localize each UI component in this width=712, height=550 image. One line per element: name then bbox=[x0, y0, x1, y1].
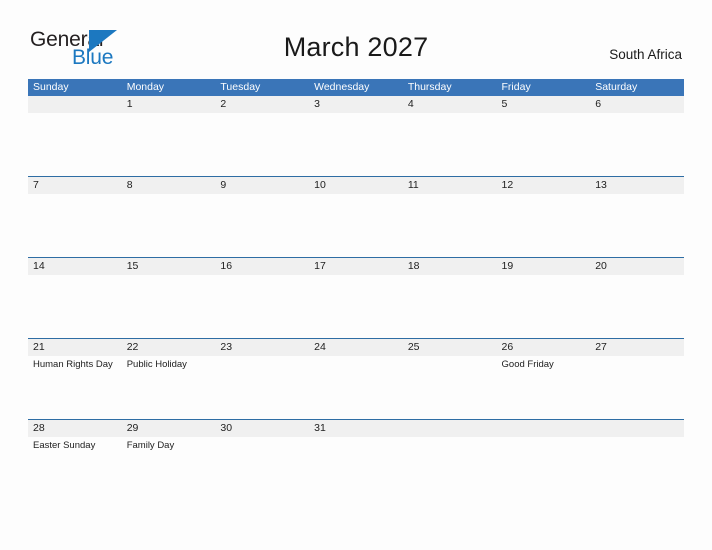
day-event: Family Day bbox=[126, 440, 175, 451]
day-event bbox=[122, 194, 216, 257]
day-number[interactable]: 27 bbox=[590, 339, 684, 356]
day-number[interactable]: 22 bbox=[122, 339, 216, 356]
day-event bbox=[215, 275, 309, 338]
day-event bbox=[28, 194, 122, 257]
day-number[interactable]: 26 bbox=[497, 339, 591, 356]
day-event bbox=[590, 275, 684, 338]
day-event bbox=[309, 275, 403, 338]
calendar-week-row: 14 15 16 17 18 19 20 bbox=[28, 257, 684, 338]
day-number[interactable]: 19 bbox=[497, 258, 591, 275]
calendar-table: Sunday Monday Tuesday Wednesday Thursday… bbox=[28, 79, 684, 500]
day-number[interactable] bbox=[497, 420, 591, 437]
day-event bbox=[497, 113, 591, 176]
day-number[interactable]: 21 bbox=[28, 339, 122, 356]
calendar-week-row: 28 29 30 31 Easter Sunday Family Day bbox=[28, 419, 684, 500]
day-number[interactable]: 25 bbox=[403, 339, 497, 356]
day-event bbox=[590, 437, 684, 500]
weekday-header-sunday: Sunday bbox=[33, 81, 69, 93]
day-event bbox=[122, 113, 216, 176]
weekday-header-friday: Friday bbox=[501, 81, 531, 93]
day-number[interactable] bbox=[590, 420, 684, 437]
day-number[interactable]: 29 bbox=[122, 420, 216, 437]
day-event bbox=[497, 194, 591, 257]
day-event bbox=[215, 194, 309, 257]
day-event bbox=[403, 437, 497, 500]
day-number[interactable]: 24 bbox=[309, 339, 403, 356]
week-date-strip: 7 8 9 10 11 12 13 bbox=[28, 177, 684, 194]
day-event: Public Holiday bbox=[126, 359, 187, 370]
day-number[interactable]: 2 bbox=[215, 96, 309, 113]
day-number[interactable]: 11 bbox=[403, 177, 497, 194]
day-event: Human Rights Day bbox=[33, 359, 113, 370]
day-number[interactable]: 16 bbox=[215, 258, 309, 275]
calendar-week-row: 7 8 9 10 11 12 13 bbox=[28, 176, 684, 257]
week-event-strip: Easter Sunday Family Day bbox=[28, 437, 684, 500]
week-event-strip bbox=[28, 194, 684, 257]
week-event-strip: Human Rights Day Public Holiday Good Fri… bbox=[28, 356, 684, 419]
day-number[interactable]: 8 bbox=[122, 177, 216, 194]
day-number[interactable]: 3 bbox=[309, 96, 403, 113]
weekday-header-row: Sunday Monday Tuesday Wednesday Thursday… bbox=[28, 79, 684, 96]
day-number[interactable] bbox=[28, 96, 122, 113]
week-date-strip: 14 15 16 17 18 19 20 bbox=[28, 258, 684, 275]
day-event bbox=[403, 194, 497, 257]
day-event bbox=[28, 275, 122, 338]
day-event: Good Friday bbox=[501, 359, 554, 370]
day-event bbox=[309, 194, 403, 257]
day-number[interactable]: 31 bbox=[309, 420, 403, 437]
day-event bbox=[590, 356, 684, 419]
day-number[interactable]: 18 bbox=[403, 258, 497, 275]
weekday-header-monday: Monday bbox=[126, 81, 165, 93]
day-event bbox=[497, 275, 591, 338]
day-number[interactable]: 14 bbox=[28, 258, 122, 275]
day-event bbox=[309, 437, 403, 500]
day-number[interactable]: 20 bbox=[590, 258, 684, 275]
day-event bbox=[497, 437, 591, 500]
day-event bbox=[215, 356, 309, 419]
week-date-strip: 1 2 3 4 5 6 bbox=[28, 96, 684, 113]
day-event bbox=[403, 275, 497, 338]
weekday-header-tuesday: Tuesday bbox=[220, 81, 261, 93]
locale-label: South Africa bbox=[609, 47, 682, 62]
calendar-week-row: 21 22 23 24 25 26 27 Human Rights Day Pu… bbox=[28, 338, 684, 419]
day-number[interactable]: 5 bbox=[497, 96, 591, 113]
day-number[interactable]: 30 bbox=[215, 420, 309, 437]
day-number[interactable]: 7 bbox=[28, 177, 122, 194]
page-title: March 2027 bbox=[283, 32, 429, 62]
day-event bbox=[403, 356, 497, 419]
day-event: Easter Sunday bbox=[33, 440, 96, 451]
week-event-strip bbox=[28, 113, 684, 176]
day-number[interactable]: 28 bbox=[28, 420, 122, 437]
day-number[interactable]: 23 bbox=[215, 339, 309, 356]
day-number[interactable]: 6 bbox=[590, 96, 684, 113]
day-event bbox=[122, 275, 216, 338]
weekday-header-saturday: Saturday bbox=[595, 81, 638, 93]
day-event bbox=[309, 113, 403, 176]
day-event bbox=[215, 437, 309, 500]
day-number[interactable]: 4 bbox=[403, 96, 497, 113]
day-number[interactable]: 10 bbox=[309, 177, 403, 194]
day-number[interactable]: 12 bbox=[497, 177, 591, 194]
day-event bbox=[590, 194, 684, 257]
day-event bbox=[403, 113, 497, 176]
day-number[interactable]: 1 bbox=[122, 96, 216, 113]
day-event bbox=[590, 113, 684, 176]
weekday-header-thursday: Thursday bbox=[407, 81, 452, 93]
day-event bbox=[28, 113, 122, 176]
day-number[interactable]: 9 bbox=[215, 177, 309, 194]
week-date-strip: 21 22 23 24 25 26 27 bbox=[28, 339, 684, 356]
day-event bbox=[215, 113, 309, 176]
day-number[interactable]: 17 bbox=[309, 258, 403, 275]
page-header: General Blue March 2027 South Africa bbox=[0, 0, 712, 78]
day-event bbox=[309, 356, 403, 419]
weekday-header-wednesday: Wednesday bbox=[314, 81, 370, 93]
week-date-strip: 28 29 30 31 bbox=[28, 420, 684, 437]
week-event-strip bbox=[28, 275, 684, 338]
calendar-week-row: 1 2 3 4 5 6 bbox=[28, 96, 684, 176]
day-number[interactable]: 13 bbox=[590, 177, 684, 194]
day-number[interactable]: 15 bbox=[122, 258, 216, 275]
day-number[interactable] bbox=[403, 420, 497, 437]
